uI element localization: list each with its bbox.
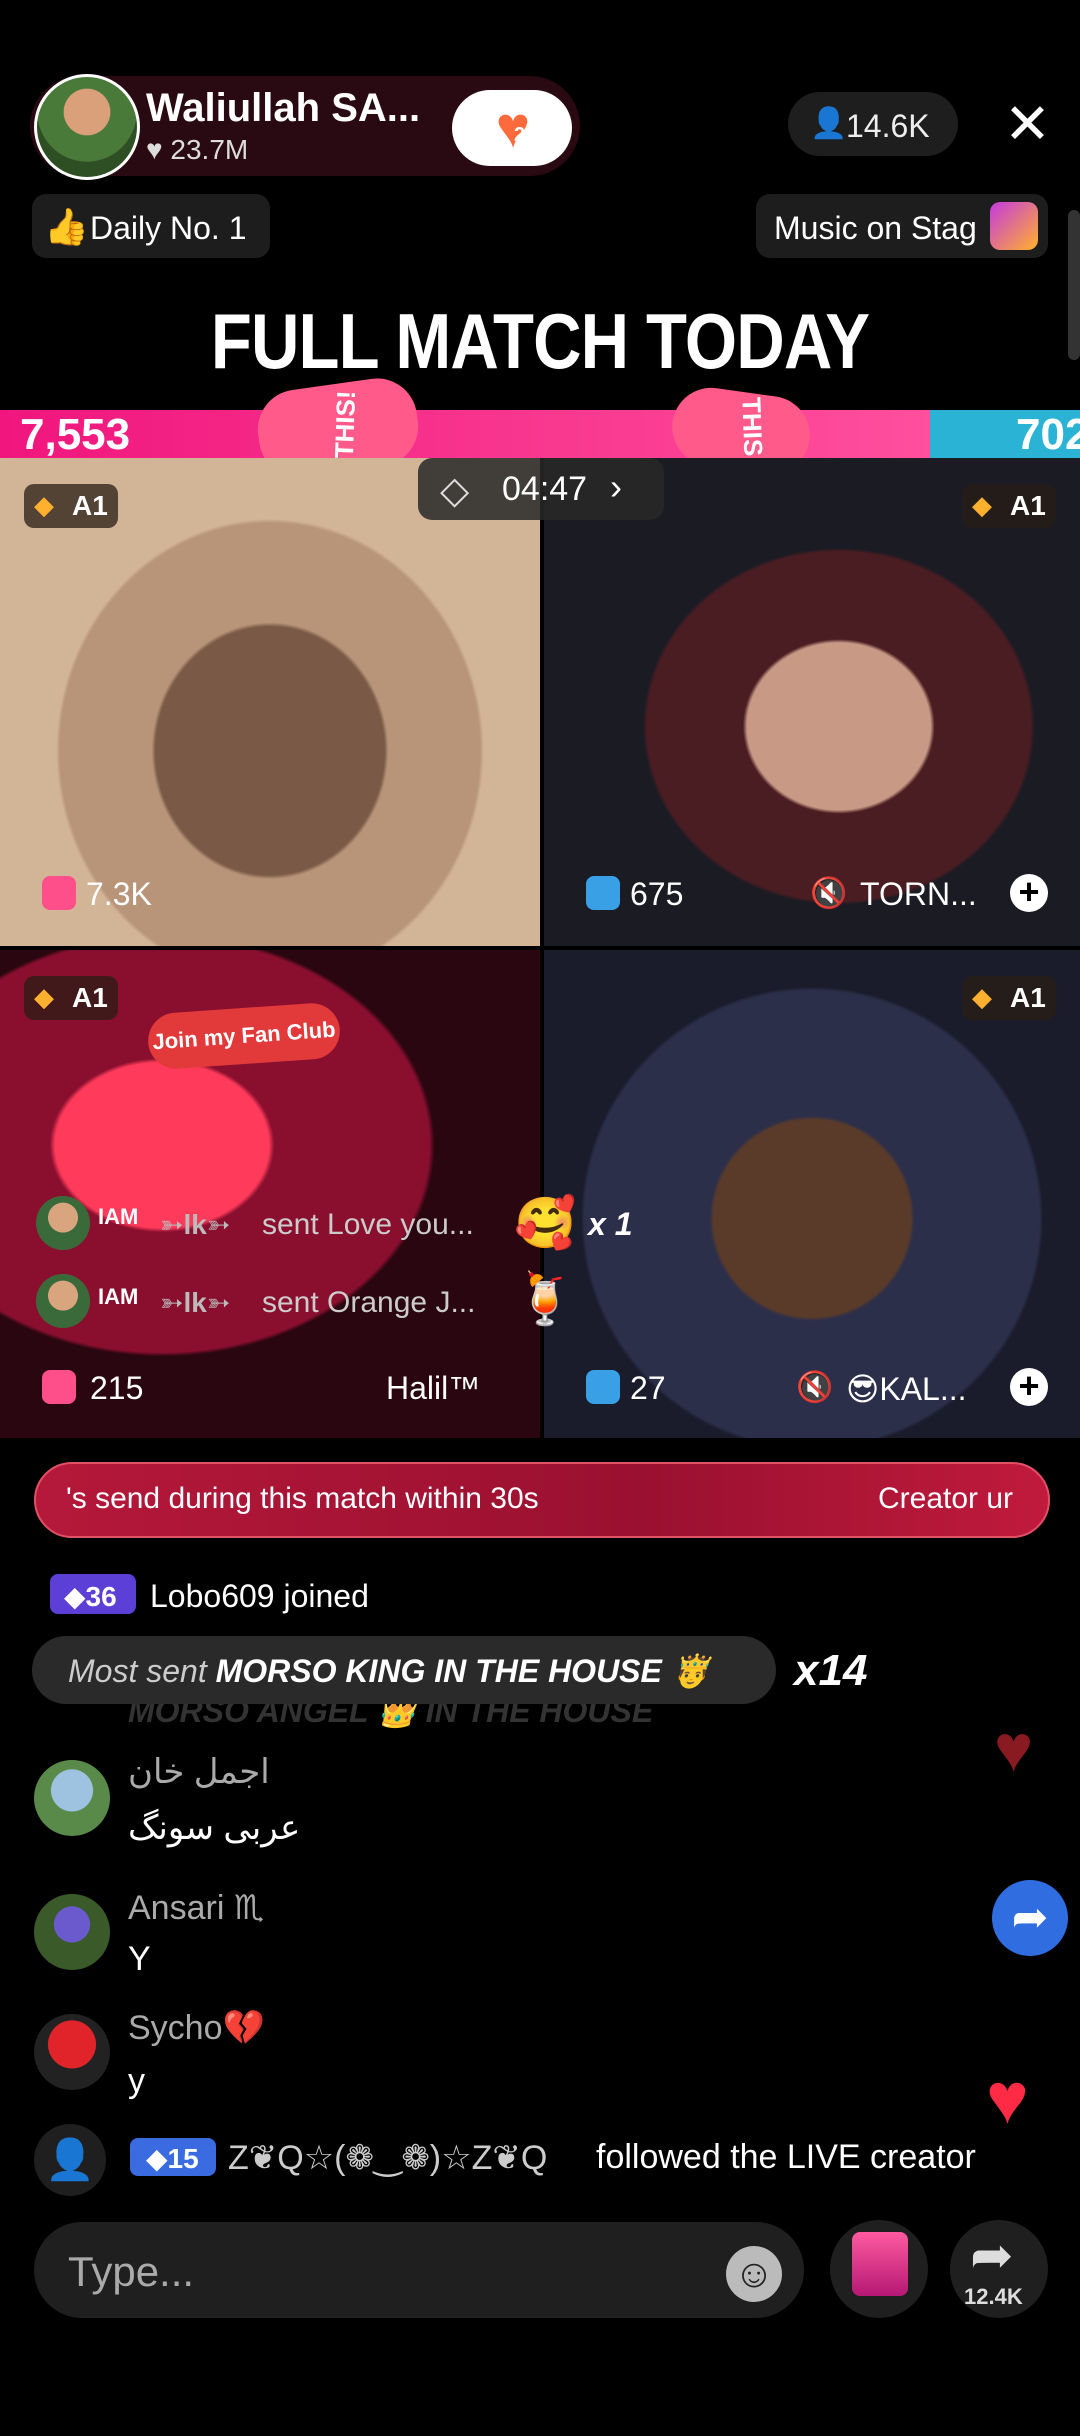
music-stage-icon	[990, 202, 1038, 250]
chat-avatar[interactable]	[34, 2014, 110, 2090]
banner-text: 's send during this match within 30s	[66, 1482, 539, 1515]
mute-icon: 🔇	[796, 1371, 834, 1404]
emoji-icon[interactable]: ☺	[726, 2246, 782, 2302]
comment-placeholder: Type...	[68, 2248, 195, 2295]
most-sent-prefix: Most sent	[68, 1653, 207, 1689]
scroll-indicator	[1068, 210, 1080, 360]
gifter-name: ➳lk➳	[160, 1287, 231, 1318]
rank-label: A1	[72, 490, 108, 521]
match-timer-text: 04:47	[502, 470, 588, 508]
camera-icon	[42, 1370, 76, 1404]
follower-name[interactable]: Z❦Q☆(❁‿❁)☆Z❦Q	[228, 2138, 547, 2178]
guest-video-4[interactable]	[544, 950, 1080, 1438]
host-likes: ♥ 23.7M	[146, 134, 249, 165]
sticker-text: THIS!	[736, 396, 769, 466]
match-title: FULL MATCH TODAY	[210, 297, 870, 385]
follow-person-icon: 👤	[34, 2124, 106, 2196]
gem-icon: ◆	[972, 490, 992, 520]
camera-icon	[586, 1370, 620, 1404]
guest-video-1[interactable]	[0, 458, 540, 946]
host-avatar[interactable]	[34, 74, 140, 180]
gem-icon: ◆	[972, 982, 992, 1012]
share-icon: ➦	[970, 2227, 1014, 2285]
camera-icon	[42, 876, 76, 910]
heart-icon: ♥	[986, 2059, 1029, 2139]
gem-icon: ◆	[34, 490, 54, 520]
guest-name: TORN...	[860, 876, 977, 912]
gift-icon	[852, 2232, 908, 2296]
guest-score: 675	[630, 876, 684, 912]
fan-heart-icon: ♥	[495, 95, 531, 160]
rank-label: A1	[1010, 490, 1046, 521]
chat-avatar[interactable]	[34, 1894, 110, 1970]
chat-avatar[interactable]	[34, 1760, 110, 1836]
chevron-right-icon: ›	[610, 466, 622, 507]
joined-message: Lobo609 joined	[150, 1578, 369, 1614]
rank-label: A1	[72, 982, 108, 1013]
gifter-name: ➳lk➳	[160, 1209, 231, 1240]
guest-score: 215	[90, 1370, 144, 1406]
daily-rank-label: Daily No. 1	[90, 210, 247, 246]
guest-name: 😎KAL...	[846, 1371, 967, 1407]
guest-name: Halil™	[386, 1370, 481, 1406]
gifter-avatar	[36, 1196, 90, 1250]
sticker-text: THIS!	[328, 389, 362, 459]
chat-message: y	[128, 2062, 145, 2100]
share-arrow-icon[interactable]: ➦	[992, 1880, 1068, 1956]
heart-icon: ♥	[994, 1711, 1034, 1785]
person-icon: 👤	[810, 107, 848, 140]
diamond-icon: ◇	[440, 470, 470, 512]
gift-text: sent Orange J...	[262, 1286, 476, 1319]
follow-message: followed the LIVE creator	[596, 2138, 976, 2176]
close-icon[interactable]: ✕	[1004, 94, 1051, 154]
level-badge-text: ◆15	[146, 2143, 199, 2174]
gifter-tag: IAM	[98, 1284, 139, 1309]
most-sent-name: MORSO KING IN THE HOUSE 🤴	[215, 1653, 711, 1689]
gift-multiplier: x 1	[588, 1206, 633, 1242]
share-count: 12.4K	[964, 2284, 1023, 2309]
add-guest-button[interactable]: +	[1010, 874, 1048, 912]
chat-message: عربی سونگ	[128, 1809, 301, 1847]
chat-username[interactable]: Sycho💔	[128, 2008, 265, 2048]
music-label: Music on Stag	[774, 210, 977, 246]
score-right: 702	[1016, 410, 1080, 459]
camera-icon	[586, 876, 620, 910]
chat-message: Y	[128, 1940, 151, 1978]
fan-level: 27	[514, 124, 537, 146]
host-likes-count: 23.7M	[170, 134, 249, 165]
score-left: 7,553	[20, 410, 131, 459]
level-number: 15	[167, 2143, 199, 2174]
banner-creator-text: Creator ur	[878, 1482, 1014, 1515]
gifter-tag: IAM	[98, 1204, 139, 1229]
chat-username[interactable]: اجمل خان	[128, 1752, 270, 1792]
guest-score: 27	[630, 1370, 666, 1406]
chat-username[interactable]: Ansari ♏	[128, 1888, 264, 1928]
host-name: Waliullah SA...	[146, 86, 421, 130]
level-badge-text: ◆36	[64, 1581, 117, 1612]
most-sent-text: Most sent MORSO KING IN THE HOUSE 🤴	[68, 1652, 711, 1690]
gift-text: sent Love you...	[262, 1208, 474, 1241]
most-sent-multiplier: x14	[794, 1646, 868, 1695]
thumbs-up-icon: 👍	[44, 206, 89, 247]
gifter-avatar	[36, 1274, 90, 1328]
level-number: 36	[85, 1581, 117, 1612]
love-gift-icon: 🥰	[514, 1195, 577, 1251]
viewer-count: 14.6K	[846, 108, 930, 144]
guest-score: 7.3K	[86, 876, 152, 912]
gem-icon: ◆	[34, 982, 54, 1012]
add-guest-button[interactable]: +	[1010, 1368, 1048, 1406]
guest-video-2[interactable]	[544, 458, 1080, 946]
orange-juice-gift-icon: 🍹	[514, 1271, 577, 1327]
rank-label: A1	[1010, 982, 1046, 1013]
mute-icon: 🔇	[810, 877, 848, 910]
